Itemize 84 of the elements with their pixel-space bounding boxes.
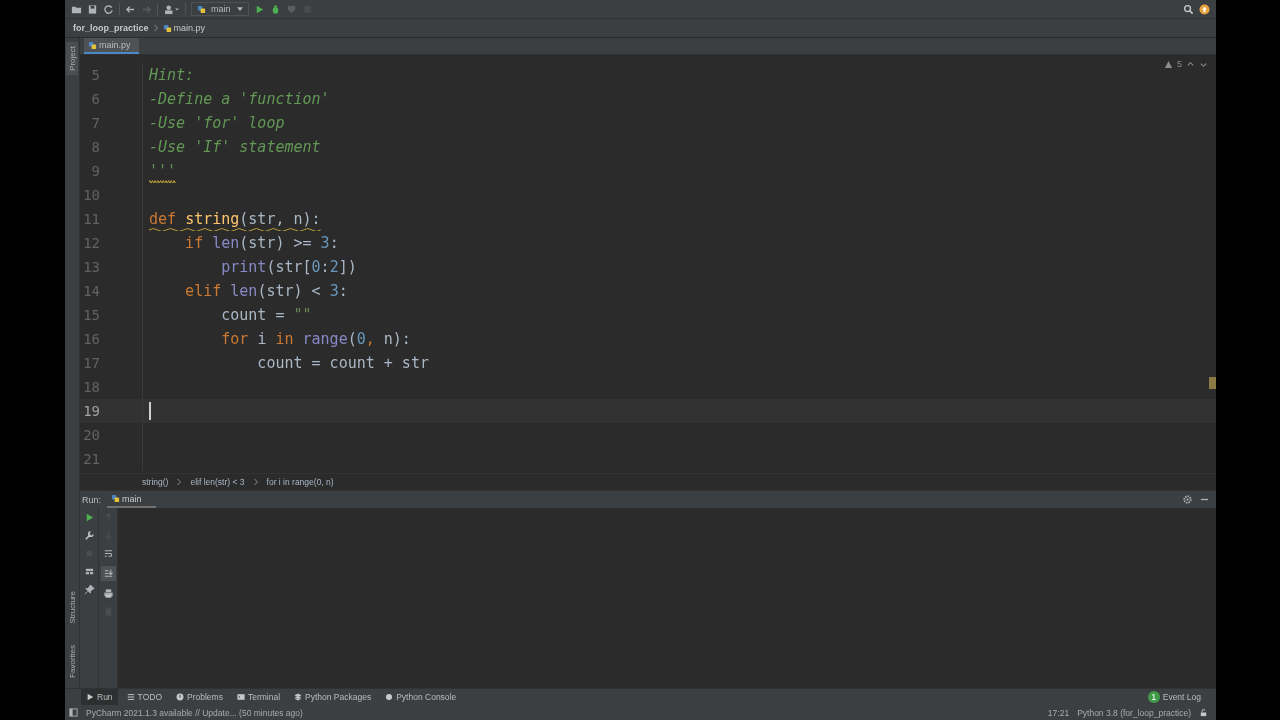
terminal-icon — [236, 693, 245, 701]
line-number: 15 — [82, 307, 100, 323]
chevron-up-icon[interactable] — [1186, 59, 1195, 69]
side-tab[interactable]: Favorites — [66, 641, 78, 682]
code-breadcrumb[interactable]: for i in range(0, n) — [266, 477, 334, 487]
code-line: count = "" — [220, 306, 312, 324]
line-number: 20 — [82, 427, 100, 443]
python-file-icon — [88, 40, 97, 50]
layers-icon — [294, 693, 303, 701]
tool-window-tab[interactable]: Python Packages — [289, 689, 377, 705]
warning-stripe-marker[interactable] — [1209, 377, 1216, 389]
chevron-icon — [152, 24, 159, 32]
line-number: 16 — [82, 331, 100, 347]
save-icon[interactable] — [87, 3, 98, 15]
print-icon[interactable] — [102, 588, 114, 599]
chevron-icon — [252, 478, 259, 486]
event-log-tab[interactable]: 1 Event Log — [1142, 689, 1206, 705]
code-line: count = count + str — [256, 354, 429, 372]
code-line: if len(str) >= 3: — [184, 234, 339, 252]
list-icon — [126, 693, 135, 701]
project-breadcrumb[interactable]: for_loop_practice — [73, 23, 149, 33]
python-file-icon — [162, 23, 172, 33]
run-icon — [86, 693, 94, 701]
wrench-icon[interactable] — [83, 530, 95, 541]
tool-window-tab[interactable]: Terminal — [231, 689, 286, 705]
code-line: ''' — [149, 162, 177, 180]
line-number: 6 — [90, 91, 100, 107]
line-number: 13 — [82, 259, 100, 275]
update-icon[interactable] — [1199, 3, 1210, 15]
code-breadcrumb[interactable]: string() — [142, 477, 169, 487]
editor-tab[interactable]: main.py — [84, 38, 139, 54]
line-number: 9 — [90, 163, 100, 179]
line-number: 12 — [82, 235, 100, 251]
line-number: 10 — [82, 187, 100, 203]
status-message[interactable]: PyCharm 2021.1.3 available // Update... (50 minutes ago) — [86, 707, 303, 718]
tool-window-tab[interactable]: TODO — [121, 689, 167, 705]
code-breadcrumb[interactable]: elif len(str) < 3 — [190, 477, 245, 487]
pin-icon[interactable] — [83, 584, 95, 595]
run-panel-label: Run: — [82, 494, 101, 505]
line-number: 7 — [90, 115, 100, 131]
code-line: -Use 'for' loop — [149, 114, 285, 132]
line-number: 21 — [82, 451, 100, 467]
line-number: 11 — [82, 211, 100, 227]
project-side-tab[interactable]: Project — [66, 42, 78, 75]
line-number: 8 — [90, 139, 100, 155]
code-line: elif len(str) < 3: — [184, 282, 348, 300]
line-number: 19 — [82, 403, 100, 419]
warning-icon[interactable] — [1164, 59, 1173, 69]
code-line: print(str[0:2]) — [220, 258, 357, 276]
layout-toggle-icon[interactable] — [69, 708, 78, 717]
lock-icon[interactable] — [1199, 708, 1208, 717]
code-line: -Define a 'function' — [149, 90, 330, 108]
tool-window-tab[interactable]: Problems — [171, 689, 228, 705]
console-icon — [385, 693, 394, 701]
line-number: 18 — [82, 379, 100, 395]
tool-window-tab[interactable]: Run — [81, 689, 118, 705]
code-line: Hint: — [149, 66, 195, 84]
soft-wrap-icon[interactable] — [102, 548, 114, 559]
text-cursor — [149, 402, 151, 420]
code-line: -Use 'If' statement — [149, 138, 321, 156]
line-number: 14 — [82, 283, 100, 299]
file-breadcrumb[interactable]: main.py — [162, 23, 206, 33]
line-number: 5 — [90, 67, 100, 83]
tool-window-tab[interactable]: Python Console — [380, 689, 462, 705]
interpreter-status[interactable]: Python 3.8 (for_loop_practice) — [1077, 707, 1191, 718]
line-number: 17 — [82, 355, 100, 371]
run-config-dropdown[interactable]: main — [191, 2, 249, 16]
code-line: def string(str, n): — [149, 210, 321, 228]
scroll-to-end-icon[interactable] — [100, 566, 116, 581]
layout-icon[interactable] — [83, 566, 95, 577]
caret-icon — [236, 7, 243, 11]
python-icon — [111, 494, 120, 503]
search-icon[interactable] — [1183, 3, 1194, 15]
warning-count[interactable]: 5 — [1177, 59, 1182, 69]
side-tab[interactable]: Structure — [66, 586, 78, 628]
cursor-position[interactable]: 17:21 — [1047, 707, 1070, 718]
code-line: for i in range(0, n): — [220, 330, 411, 348]
chevron-icon — [176, 478, 183, 486]
python-icon — [197, 4, 206, 14]
settings-icon[interactable] — [1182, 494, 1193, 505]
user-icon[interactable] — [163, 3, 180, 15]
refresh-icon[interactable] — [103, 3, 114, 15]
problems-icon — [176, 693, 184, 701]
notification-badge: 1 — [1147, 691, 1160, 703]
